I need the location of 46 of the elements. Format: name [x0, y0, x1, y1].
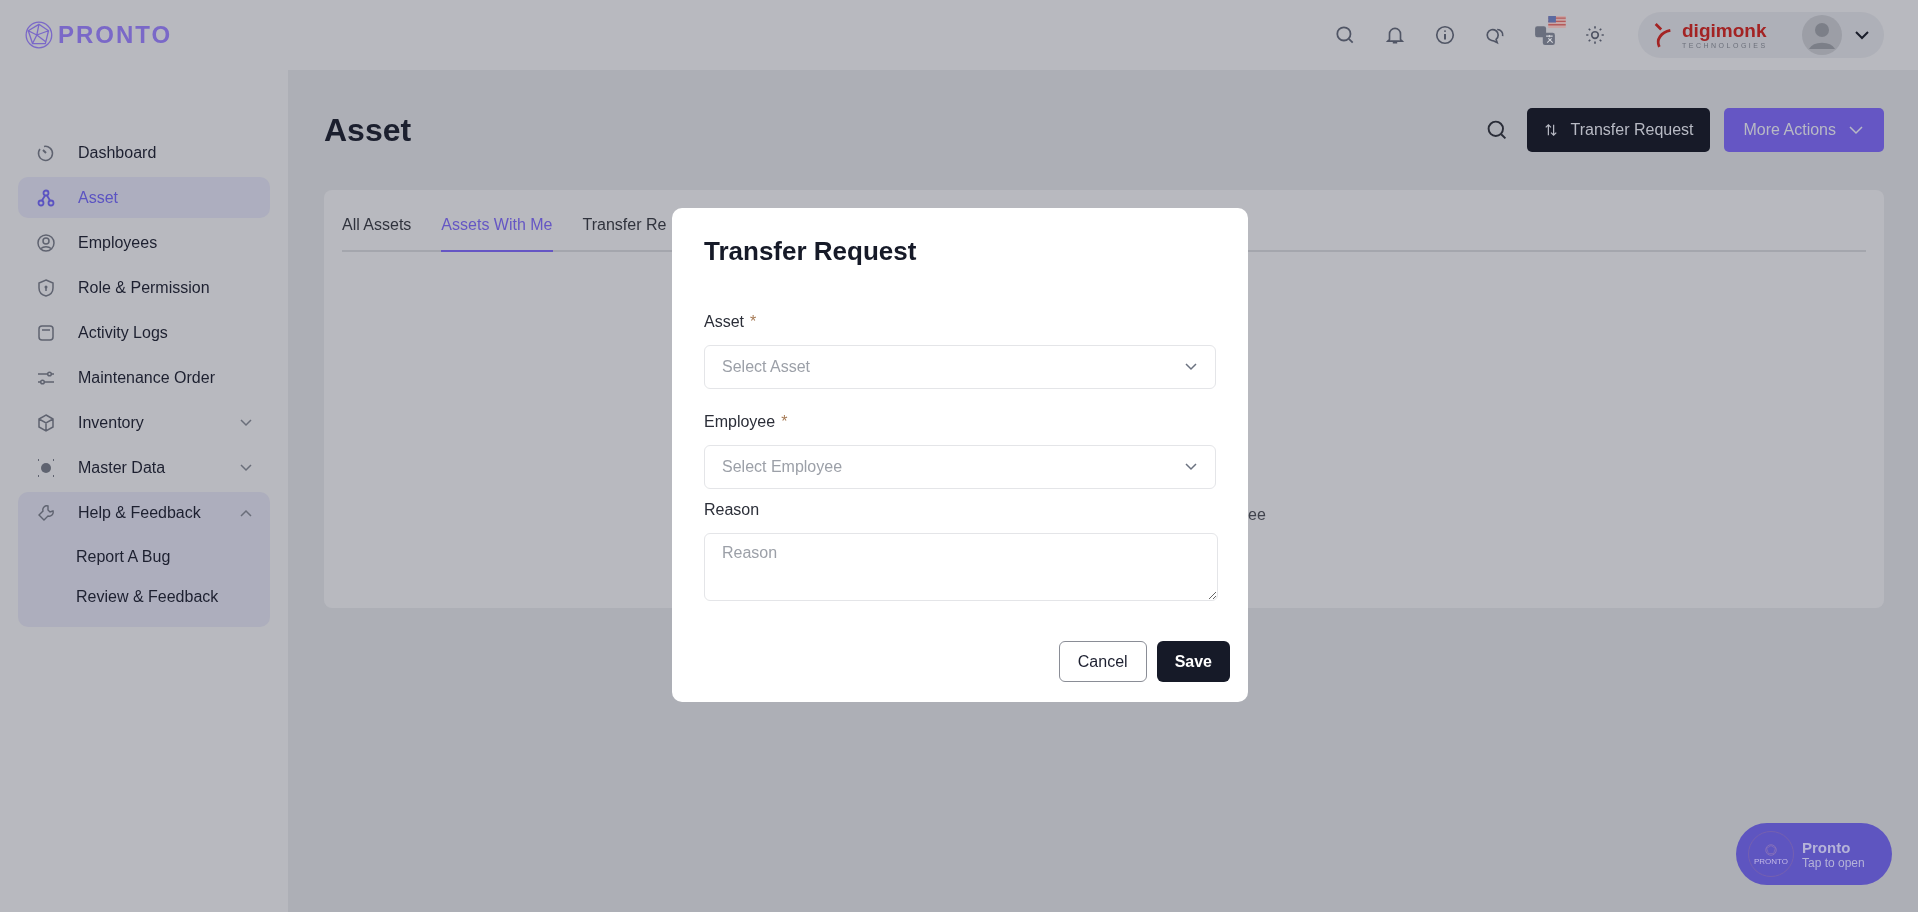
sidebar-item[interactable]: Dashboard [18, 132, 270, 173]
sidebar-item[interactable]: Role & Permission [18, 267, 270, 308]
tab[interactable]: Transfer Re [582, 216, 667, 252]
translate-icon[interactable] [1534, 24, 1556, 46]
field-label: Employee * [704, 413, 789, 431]
sidebar-subitem[interactable]: Report A Bug [18, 537, 270, 577]
shield-icon [36, 277, 56, 298]
field-label: Reason [704, 501, 761, 519]
cancel-button[interactable]: Cancel [1058, 641, 1147, 682]
save-button[interactable]: Save [1156, 641, 1230, 682]
sidebar-item[interactable]: Inventory [18, 402, 270, 443]
required-mark: * [750, 313, 757, 331]
brand-logo-icon [1652, 20, 1674, 50]
tab[interactable]: All Assets [342, 216, 412, 252]
dialog-title: Transfer Request [704, 236, 918, 267]
info-icon[interactable] [1434, 24, 1456, 46]
sun-icon[interactable] [1584, 24, 1606, 46]
required-mark: * [781, 413, 788, 431]
avatar-icon [1802, 15, 1842, 55]
sidebar-item[interactable]: Employees [18, 222, 270, 263]
nodes-icon [36, 187, 56, 208]
page-title: Asset [324, 111, 412, 149]
field-label: Asset * [704, 313, 758, 331]
sidebar-item[interactable]: Activity Logs [18, 312, 270, 353]
user-circle-icon [36, 232, 56, 253]
reason-field[interactable]: Reason [704, 533, 1218, 601]
flag-icon [1548, 16, 1566, 28]
log-icon [36, 322, 56, 343]
sidebar-subitem[interactable]: Review & Feedback [18, 577, 270, 617]
chevron-down-icon [1848, 123, 1864, 137]
empty-state-text: ee [1248, 506, 1266, 524]
brand-name: digimonk [1682, 20, 1768, 41]
assistant-hint: Tap to open [1802, 855, 1865, 870]
sidebar-item[interactable]: Maintenance Order [18, 357, 270, 398]
sidebar-item[interactable]: Help & Feedback [18, 492, 270, 533]
action-button[interactable]: Transfer Request [1526, 108, 1710, 152]
search-icon[interactable] [1334, 24, 1356, 46]
sidebar-item[interactable]: Master Data [18, 447, 270, 488]
chevron-down-icon [1185, 463, 1197, 471]
logo-text: PRONTO [58, 21, 173, 49]
chevron-down-icon [1854, 30, 1870, 40]
assistant-name: Pronto [1802, 838, 1852, 856]
wrench-icon [36, 502, 56, 523]
cube-icon [36, 412, 56, 433]
chevron-down-icon [1185, 363, 1197, 371]
focus-dot-icon [36, 457, 56, 478]
